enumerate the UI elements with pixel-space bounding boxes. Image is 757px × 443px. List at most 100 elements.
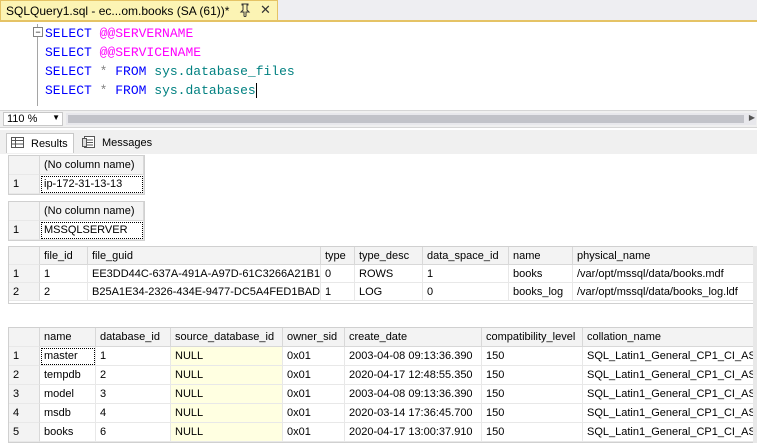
zoom-dropdown[interactable]: 110 % ▼	[3, 112, 63, 126]
table-cell[interactable]: 2020-03-14 17:36:45.700	[345, 404, 482, 423]
table-cell[interactable]: 2020-04-17 13:00:37.910	[345, 423, 482, 442]
collapse-toggle[interactable]: −	[33, 27, 43, 37]
table-cell[interactable]: 150	[482, 385, 583, 404]
column-header[interactable]: database_id	[96, 328, 171, 347]
table-cell[interactable]: SQL_Latin1_General_CP1_CI_AS	[583, 423, 757, 442]
table-cell[interactable]: 1	[423, 265, 509, 283]
row-number[interactable]: 5	[9, 423, 40, 442]
column-header[interactable]: compatibility_level	[482, 328, 583, 347]
zoom-bar: 110 % ▼ ▶	[0, 110, 757, 128]
code-line: SELECT * FROM sys.database_files	[45, 64, 295, 79]
table-cell[interactable]: books	[40, 423, 96, 442]
code-line: SELECT @@SERVICENAME	[45, 45, 202, 60]
table-cell[interactable]: 0	[423, 283, 509, 301]
editor-gutter	[0, 22, 34, 108]
code-text[interactable]: SELECT @@SERVERNAME SELECT @@SERVICENAME…	[45, 24, 295, 100]
column-header[interactable]: (No column name)	[40, 202, 144, 221]
editor-horizontal-scrollbar[interactable]: ▶	[66, 113, 756, 125]
column-header[interactable]: physical_name	[573, 247, 754, 265]
table-cell[interactable]: NULL	[171, 366, 283, 385]
result-grid-servername[interactable]: (No column name) 1 ip-172-31-13-13	[8, 155, 145, 195]
column-header[interactable]: type	[321, 247, 355, 265]
table-cell[interactable]: 0x01	[283, 404, 345, 423]
table-cell[interactable]: EE3DD44C-637A-491A-A97D-61C3266A21B1	[88, 265, 321, 283]
table-cell[interactable]: SQL_Latin1_General_CP1_CI_AS	[583, 404, 757, 423]
column-header[interactable]: type_desc	[355, 247, 423, 265]
table-cell[interactable]: 0	[321, 265, 355, 283]
table-cell[interactable]: SQL_Latin1_General_CP1_CI_AS	[583, 347, 757, 366]
table-cell[interactable]: /var/opt/mssql/data/books_log.ldf	[573, 283, 754, 301]
scroll-right-icon[interactable]: ▶	[749, 113, 755, 122]
table-cell[interactable]: 0x01	[283, 366, 345, 385]
table-cell[interactable]: 1	[40, 265, 88, 283]
table-cell[interactable]: 3	[96, 385, 171, 404]
table-cell[interactable]: NULL	[171, 423, 283, 442]
table-cell[interactable]: 150	[482, 347, 583, 366]
close-icon[interactable]: ✕	[260, 2, 271, 18]
result-grid-servicename[interactable]: (No column name) 1 MSSQLSERVER	[8, 201, 145, 241]
table-cell[interactable]: /var/opt/mssql/data/books.mdf	[573, 265, 754, 283]
results-vertical-scrollbar[interactable]	[753, 246, 757, 443]
table-cell[interactable]: NULL	[171, 385, 283, 404]
table-cell[interactable]: 2003-04-08 09:13:36.390	[345, 347, 482, 366]
table-cell[interactable]: 0x01	[283, 423, 345, 442]
row-number[interactable]: 3	[9, 385, 40, 404]
row-number[interactable]: 4	[9, 404, 40, 423]
column-header[interactable]: owner_sid	[283, 328, 345, 347]
table-cell[interactable]: 150	[482, 404, 583, 423]
table-cell[interactable]: msdb	[40, 404, 96, 423]
table-cell[interactable]: 6	[96, 423, 171, 442]
row-number[interactable]: 2	[9, 366, 40, 385]
table-cell[interactable]: 1	[321, 283, 355, 301]
column-header[interactable]: name	[40, 328, 96, 347]
column-header[interactable]: source_database_id	[171, 328, 283, 347]
row-number[interactable]: 1	[9, 221, 40, 240]
table-cell[interactable]: books	[509, 265, 573, 283]
column-header[interactable]: file_id	[40, 247, 88, 265]
table-cell[interactable]: 2020-04-17 12:48:55.350	[345, 366, 482, 385]
table-cell[interactable]: model	[40, 385, 96, 404]
row-number[interactable]: 1	[9, 347, 40, 366]
table-cell[interactable]: LOG	[355, 283, 423, 301]
table-cell[interactable]: books_log	[509, 283, 573, 301]
table-cell[interactable]: 4	[96, 404, 171, 423]
column-header[interactable]: collation_name	[583, 328, 757, 347]
table-cell[interactable]: 0x01	[283, 347, 345, 366]
scrollbar-thumb[interactable]	[68, 115, 744, 123]
table-cell[interactable]: 150	[482, 423, 583, 442]
table-cell[interactable]: ip-172-31-13-13	[40, 175, 144, 194]
grid-icon	[11, 137, 24, 148]
table-cell[interactable]: tempdb	[40, 366, 96, 385]
table-cell[interactable]: NULL	[171, 404, 283, 423]
table-cell[interactable]: 0x01	[283, 385, 345, 404]
document-tab[interactable]: SQLQuery1.sql - ec...om.books (SA (61))*…	[0, 0, 278, 20]
table-cell[interactable]: 2	[40, 283, 88, 301]
row-number[interactable]: 2	[9, 283, 40, 301]
table-cell[interactable]: MSSQLSERVER	[40, 221, 144, 240]
table-cell[interactable]: SQL_Latin1_General_CP1_CI_AS	[583, 385, 757, 404]
tab-results-label: Results	[31, 138, 68, 150]
row-number[interactable]: 1	[9, 265, 40, 283]
column-header[interactable]: data_space_id	[423, 247, 509, 265]
tab-messages[interactable]: Messages	[78, 133, 154, 153]
pin-icon[interactable]	[239, 3, 251, 20]
tab-results[interactable]: Results	[6, 133, 74, 153]
result-grid-database-files[interactable]: file_id file_guid type type_desc data_sp…	[8, 246, 755, 304]
table-cell[interactable]: 150	[482, 366, 583, 385]
table-cell[interactable]: ROWS	[355, 265, 423, 283]
query-editor[interactable]: − SELECT @@SERVERNAME SELECT @@SERVICENA…	[0, 22, 757, 108]
result-grid-databases[interactable]: name database_id source_database_id owne…	[8, 327, 757, 443]
column-header[interactable]: (No column name)	[40, 156, 144, 175]
table-cell[interactable]: master	[40, 347, 96, 366]
table-cell[interactable]: NULL	[171, 347, 283, 366]
column-header[interactable]: create_date	[345, 328, 482, 347]
zoom-value: 110 %	[7, 113, 38, 125]
column-header[interactable]: file_guid	[88, 247, 321, 265]
row-number[interactable]: 1	[9, 175, 40, 194]
table-cell[interactable]: 1	[96, 347, 171, 366]
table-cell[interactable]: B25A1E34-2326-434E-9477-DC5A4FED1BAD	[88, 283, 321, 301]
table-cell[interactable]: 2	[96, 366, 171, 385]
column-header[interactable]: name	[509, 247, 573, 265]
table-cell[interactable]: SQL_Latin1_General_CP1_CI_AS	[583, 366, 757, 385]
table-cell[interactable]: 2003-04-08 09:13:36.390	[345, 385, 482, 404]
